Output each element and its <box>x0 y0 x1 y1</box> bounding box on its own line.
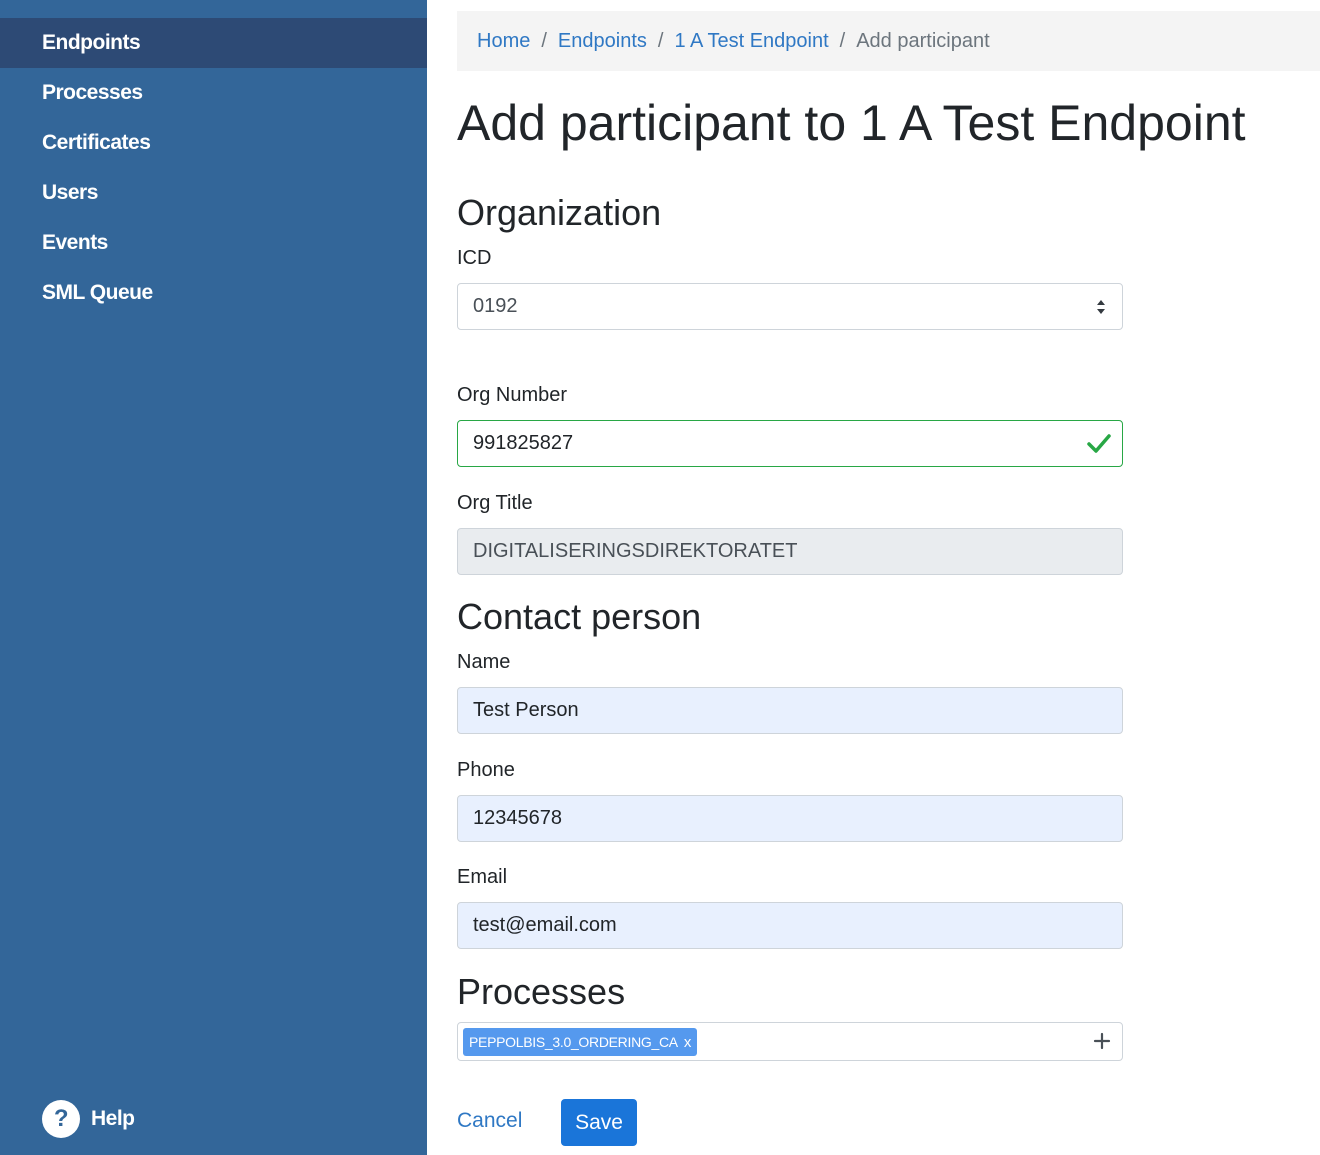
breadcrumb-endpoints[interactable]: Endpoints <box>558 30 647 53</box>
tag-remove-icon[interactable]: x <box>684 1034 692 1051</box>
check-icon <box>1087 434 1111 453</box>
sidebar-item-sml-queue[interactable]: SML Queue <box>0 268 427 318</box>
name-label: Name <box>457 651 511 673</box>
sidebar: Endpoints Processes Certificates Users E… <box>0 0 427 1155</box>
org-number-field[interactable] <box>457 420 1123 467</box>
sidebar-item-events[interactable]: Events <box>0 218 427 268</box>
breadcrumb-endpoint[interactable]: 1 A Test Endpoint <box>674 30 828 53</box>
email-field[interactable] <box>457 902 1123 949</box>
org-title-field <box>457 528 1123 575</box>
contact-heading: Contact person <box>457 596 702 637</box>
email-label: Email <box>457 866 508 888</box>
cancel-button[interactable]: Cancel <box>457 1108 522 1134</box>
name-field[interactable] <box>457 687 1123 734</box>
org-title-label: Org Title <box>457 492 533 514</box>
plus-icon[interactable] <box>1092 1031 1112 1051</box>
process-tag-label: PEPPOLBIS_3.0_ORDERING_CA <box>469 1034 678 1050</box>
breadcrumb-separator: / <box>657 29 664 52</box>
process-tag: PEPPOLBIS_3.0_ORDERING_CA x <box>463 1028 698 1056</box>
phone-label: Phone <box>457 759 515 781</box>
icd-selected-value: 0192 <box>473 295 518 317</box>
save-button[interactable]: Save <box>561 1099 637 1146</box>
help-link[interactable]: ? Help <box>42 1100 135 1138</box>
sidebar-item-endpoints[interactable]: Endpoints <box>0 18 427 68</box>
org-number-label: Org Number <box>457 384 568 406</box>
breadcrumb-current: Add participant <box>856 29 990 52</box>
sidebar-item-certificates[interactable]: Certificates <box>0 118 427 168</box>
sidebar-item-processes[interactable]: Processes <box>0 68 427 118</box>
icd-label: ICD <box>457 247 492 269</box>
breadcrumb-separator: / <box>839 29 846 52</box>
breadcrumb: Home / Endpoints / 1 A Test Endpoint / A… <box>457 11 1320 71</box>
processes-heading: Processes <box>457 971 626 1012</box>
question-circle-icon: ? <box>42 1100 80 1138</box>
phone-field[interactable] <box>457 795 1123 842</box>
breadcrumb-separator: / <box>541 29 547 52</box>
processes-multiselect[interactable]: PEPPOLBIS_3.0_ORDERING_CA x <box>457 1022 1123 1061</box>
page-title: Add participant to 1 A Test Endpoint <box>457 95 1246 151</box>
sidebar-item-users[interactable]: Users <box>0 168 427 218</box>
select-arrows-icon <box>1097 300 1105 314</box>
help-label: Help <box>91 1107 135 1130</box>
organization-heading: Organization <box>457 192 662 233</box>
icd-select[interactable]: 0192 <box>457 283 1123 330</box>
breadcrumb-home[interactable]: Home <box>477 30 530 53</box>
